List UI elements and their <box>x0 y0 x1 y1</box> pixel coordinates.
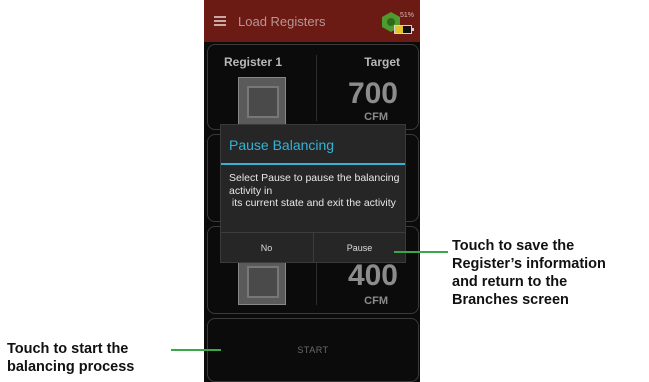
callout-line-2: balancing process <box>7 359 135 375</box>
dialog-title: Pause Balancing <box>229 137 335 153</box>
no-button[interactable]: No <box>221 233 312 263</box>
dialog-button-row: No Pause <box>221 232 405 263</box>
start-button[interactable]: START <box>207 318 419 382</box>
register-grille-icon <box>238 257 286 305</box>
register-grille-icon <box>238 77 286 125</box>
pause-dialog: Pause Balancing Select Pause to pause th… <box>220 124 406 263</box>
callout-line-1: Touch to save the <box>452 238 575 254</box>
register-card[interactable]: Register 1 Target 700 CFM <box>207 44 419 130</box>
phone-screen: Load Registers 51% Register 1 Target 700… <box>204 0 420 382</box>
target-unit: CFM <box>364 295 388 307</box>
divider <box>316 55 317 121</box>
target-value: 400 <box>347 259 398 292</box>
target-label: Target <box>364 55 400 69</box>
dialog-message: Select Pause to pause the balancing acti… <box>229 172 400 209</box>
start-callout: Touch to start the balancing process <box>7 340 134 376</box>
start-callout-line <box>171 349 221 351</box>
target-value: 700 <box>347 77 398 110</box>
battery-icon <box>394 25 414 34</box>
callout-line-2: Register’s information <box>452 256 606 272</box>
pause-button[interactable]: Pause <box>313 233 405 263</box>
register-label: Register 1 <box>224 55 283 69</box>
battery-percent: 51% <box>400 12 415 19</box>
callout-line-3: and return to the <box>452 274 568 290</box>
callout-line-4: Branches screen <box>452 292 569 308</box>
pause-callout: Touch to save the Register’s information… <box>452 237 606 309</box>
dialog-divider <box>221 163 405 165</box>
pause-callout-line <box>394 251 448 253</box>
callout-line-1: Touch to start the <box>7 341 129 357</box>
page-title: Load Registers <box>238 13 326 29</box>
app-bar: Load Registers 51% <box>204 0 420 42</box>
target-unit: CFM <box>364 111 388 123</box>
menu-icon[interactable] <box>214 16 226 26</box>
